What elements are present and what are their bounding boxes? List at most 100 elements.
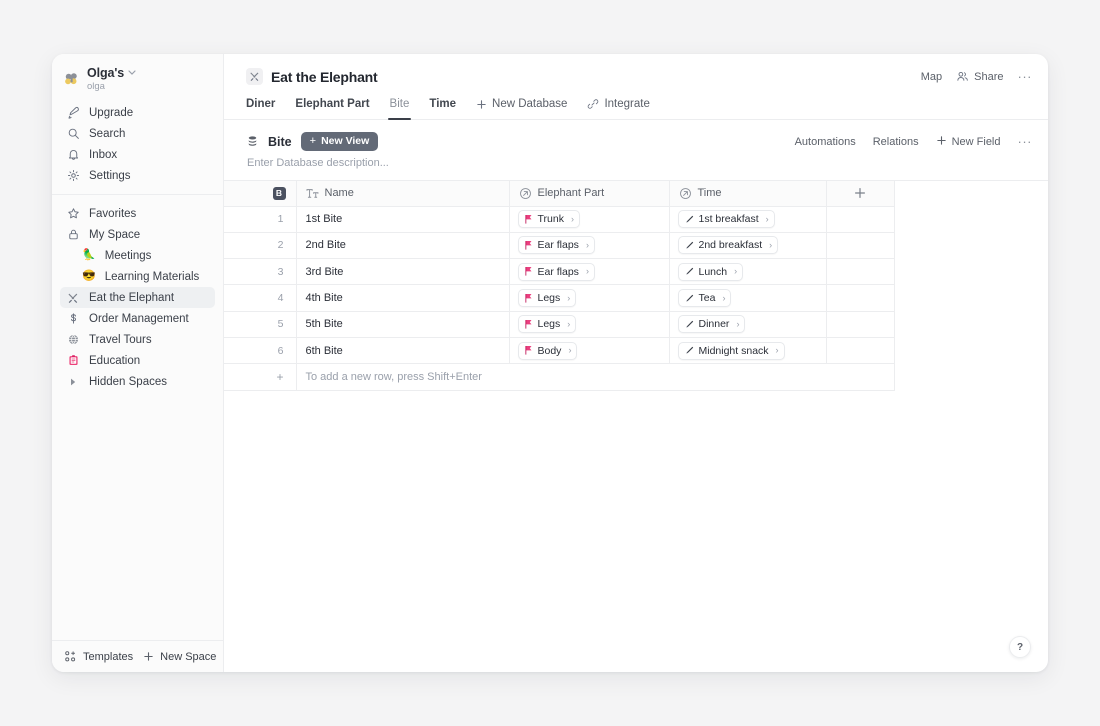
name-cell[interactable]: 4th Bite [296,285,509,311]
relation-chip[interactable]: Tea › [678,289,732,307]
new-space-button[interactable]: New Space [143,651,216,663]
app-window: Olga's olga Upgrade [52,54,1048,672]
sidebar-item-my-space[interactable]: My Space [60,224,215,245]
sidebar-item-settings[interactable]: Settings [60,165,215,186]
page-header: Eat the Elephant Map Share ··· [224,54,1048,94]
name-cell[interactable]: 2nd Bite [296,232,509,258]
search-icon [66,127,80,141]
elephant-part-cell[interactable]: Trunk › [509,206,669,232]
add-row[interactable]: + To add a new row, press Shift+Enter [224,364,894,390]
relation-chip[interactable]: Trunk › [518,210,580,228]
table-row[interactable]: 6 6th Bite Body › [224,337,894,363]
sidebar-item-education[interactable]: Education [60,350,215,371]
table-row[interactable]: 4 4th Bite Legs › [224,285,894,311]
tab-bite[interactable]: Bite [380,94,420,119]
relation-chip[interactable]: Legs › [518,289,577,307]
name-cell[interactable]: 1st Bite [296,206,509,232]
relation-chip[interactable]: Lunch › [678,263,744,281]
column-header-name[interactable]: Name [296,181,509,206]
time-cell[interactable]: Tea › [669,285,826,311]
time-cell[interactable]: Lunch › [669,259,826,285]
row-name: 3rd Bite [297,266,509,278]
sidebar-item-label: Favorites [89,208,136,220]
sidebar-item-order-management[interactable]: Order Management [60,308,215,329]
column-header-label: Name [325,187,354,199]
time-cell[interactable]: 1st breakfast › [669,206,826,232]
tab-diner[interactable]: Diner [246,94,285,119]
map-button[interactable]: Map [921,71,942,83]
table-row[interactable]: 3 3rd Bite Ear flaps › [224,259,894,285]
elephant-part-cell[interactable]: Legs › [509,311,669,337]
chevron-right-icon: › [776,346,779,355]
pen-icon [685,294,694,303]
elephant-part-cell[interactable]: Ear flaps › [509,232,669,258]
new-field-button[interactable]: New Field [936,135,1001,149]
chevron-right-icon: › [734,267,737,276]
chevron-right-icon: › [586,267,589,276]
row-name: 5th Bite [297,318,509,330]
help-button[interactable]: ? [1009,636,1031,658]
sidebar-item-search[interactable]: Search [60,123,215,144]
row-number: 4 [224,292,296,304]
sunglasses-face-emoji: 😎 [82,271,96,282]
new-database-button[interactable]: New Database [466,94,577,119]
sidebar-item-favorites[interactable]: Favorites [60,203,215,224]
relation-chip[interactable]: Dinner › [678,315,746,333]
table-row[interactable]: 2 2nd Bite Ear flaps › [224,232,894,258]
name-cell[interactable]: 6th Bite [296,337,509,363]
templates-button[interactable]: Templates [64,650,133,663]
add-row-hint-cell[interactable]: To add a new row, press Shift+Enter [296,364,894,390]
relation-chip[interactable]: Ear flaps › [518,263,595,281]
tab-elephant-part[interactable]: Elephant Part [285,94,379,119]
table-row[interactable]: 5 5th Bite Legs › [224,311,894,337]
relation-chip[interactable]: 2nd breakfast › [678,236,779,254]
row-number: 1 [224,213,296,225]
workspace-switcher[interactable]: Olga's olga [52,54,223,102]
sidebar-item-hidden-spaces[interactable]: Hidden Spaces [60,371,215,392]
relation-chip[interactable]: 1st breakfast › [678,210,775,228]
time-cell[interactable]: Midnight snack › [669,337,826,363]
sidebar-item-inbox[interactable]: Inbox [60,144,215,165]
sidebar-item-label: Travel Tours [89,334,152,346]
relation-chip[interactable]: Ear flaps › [518,236,595,254]
integrate-button[interactable]: Integrate [577,94,659,119]
elephant-part-cell[interactable]: Ear flaps › [509,259,669,285]
sidebar-item-learning-materials[interactable]: 😎 Learning Materials [60,266,215,287]
row-number: 5 [224,318,296,330]
time-cell[interactable]: Dinner › [669,311,826,337]
add-column-button[interactable] [826,181,894,206]
relation-chip[interactable]: Body › [518,342,578,360]
column-header-time[interactable]: Time [669,181,826,206]
sidebar-item-meetings[interactable]: 🦜 Meetings [60,245,215,266]
table-row[interactable]: 1 1st Bite Trunk › [224,206,894,232]
database-description-input[interactable]: Enter Database description... [246,151,1032,169]
relation-icon [519,187,532,200]
table-header: B Name [224,181,894,206]
add-row-plus-cell[interactable]: + [224,364,296,390]
new-view-button[interactable]: + New View [301,132,379,151]
relations-button[interactable]: Relations [873,136,919,148]
sidebar-item-upgrade[interactable]: Upgrade [60,102,215,123]
column-header-elephant-part[interactable]: Elephant Part [509,181,669,206]
relation-chip[interactable]: Midnight snack › [678,342,785,360]
automations-button[interactable]: Automations [795,136,856,148]
sidebar-item-travel-tours[interactable]: Travel Tours [60,329,215,350]
chip-label: Legs [538,292,561,304]
bell-icon [66,148,80,162]
share-button[interactable]: Share [956,70,1003,83]
database-more-menu[interactable]: ··· [1018,135,1033,148]
tab-time[interactable]: Time [419,94,466,119]
chevron-down-icon[interactable] [128,69,136,77]
chip-label: Ear flaps [538,239,579,251]
name-cell[interactable]: 3rd Bite [296,259,509,285]
elephant-part-cell[interactable]: Legs › [509,285,669,311]
sidebar-item-eat-the-elephant[interactable]: Eat the Elephant [60,287,215,308]
empty-cell [826,206,894,232]
fork-knife-emoji [66,291,80,305]
relation-chip[interactable]: Legs › [518,315,577,333]
tab-label: Diner [246,98,275,110]
elephant-part-cell[interactable]: Body › [509,337,669,363]
time-cell[interactable]: 2nd breakfast › [669,232,826,258]
name-cell[interactable]: 5th Bite [296,311,509,337]
page-more-menu[interactable]: ··· [1018,70,1033,83]
